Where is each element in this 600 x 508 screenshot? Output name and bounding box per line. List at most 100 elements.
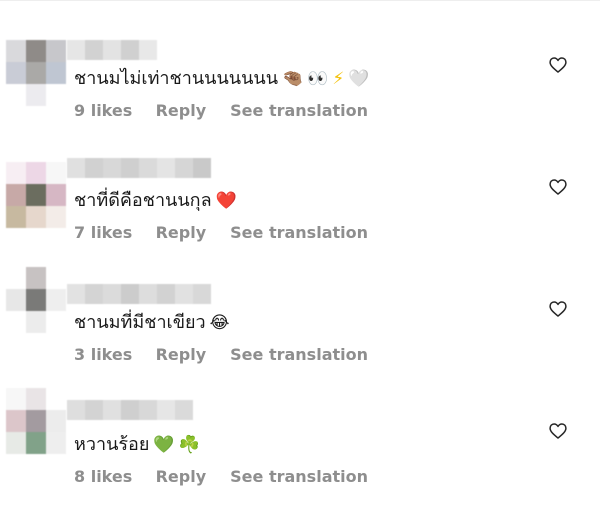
username-pixel [193, 284, 211, 304]
avatar-pixel [46, 410, 66, 432]
username-pixel [139, 158, 157, 178]
username[interactable] [67, 40, 157, 60]
avatar-pixel [46, 162, 66, 184]
username-pixel [67, 400, 85, 420]
avatar-pixel [6, 311, 26, 333]
username-pixel [175, 284, 193, 304]
see-translation-button[interactable]: See translation [230, 467, 368, 486]
username-pixel [157, 400, 175, 420]
username-pixel [157, 158, 175, 178]
avatar-pixel [46, 40, 66, 62]
username-pixel [103, 40, 121, 60]
avatar-pixel [6, 184, 26, 206]
avatar-pixel [26, 84, 46, 106]
avatar-pixel [6, 40, 26, 62]
username-pixel [103, 400, 121, 420]
avatar-pixel [46, 206, 66, 228]
heart-icon[interactable] [548, 55, 568, 75]
username-pixel [67, 284, 85, 304]
avatar-pixel [6, 62, 26, 84]
likes-count[interactable]: 9 likes [74, 101, 150, 120]
reply-button[interactable]: Reply [156, 467, 225, 486]
shamrock-emoji: ☘️ [178, 435, 200, 455]
username-pixel [85, 400, 103, 420]
avatar-pixel [26, 410, 46, 432]
username-pixel [121, 400, 139, 420]
avatar-pixel [26, 206, 46, 228]
comment-meta: 7 likes Reply See translation [74, 223, 368, 242]
avatar[interactable] [6, 388, 66, 454]
avatar[interactable] [6, 40, 66, 106]
tears-of-joy-emoji: 😂 [209, 313, 230, 333]
avatar-pixel [46, 289, 66, 311]
reply-button[interactable]: Reply [156, 345, 225, 364]
avatar-pixel [6, 410, 26, 432]
comment-body: ชาที่ดีคือชานนกุล [74, 190, 212, 211]
username-pixel [103, 158, 121, 178]
username-pixel [175, 400, 193, 420]
username-pixel [193, 158, 211, 178]
username-pixel [85, 158, 103, 178]
avatar-pixel [6, 162, 26, 184]
username-pixel [85, 284, 103, 304]
avatar-pixel [46, 62, 66, 84]
avatar-pixel [26, 40, 46, 62]
avatar[interactable] [6, 267, 66, 333]
avatar-pixel [6, 267, 26, 289]
avatar-pixel [26, 289, 46, 311]
avatar-pixel [46, 184, 66, 206]
comment-meta: 9 likes Reply See translation [74, 101, 368, 120]
avatar-pixel [46, 267, 66, 289]
username-pixel [139, 40, 157, 60]
username-pixel [85, 40, 103, 60]
heart-icon[interactable] [548, 421, 568, 441]
red-heart-emoji: ❤️ [215, 191, 237, 211]
username-pixel [121, 284, 139, 304]
avatar-pixel [6, 388, 26, 410]
heart-icon[interactable] [548, 177, 568, 197]
likes-count[interactable]: 7 likes [74, 223, 150, 242]
avatar-pixel [26, 162, 46, 184]
comment-body: ชานมไม่เท่าชานนนนนนน [74, 68, 278, 89]
username-pixel [139, 400, 157, 420]
comment-body: หวานร้อย [74, 434, 150, 455]
comment-body: ชานมที่มีชาเขียว [74, 312, 206, 333]
comment-text: ชาที่ดีคือชานนกุล ❤️ [74, 188, 237, 214]
likes-count[interactable]: 8 likes [74, 467, 150, 486]
avatar-pixel [26, 267, 46, 289]
avatar-pixel [6, 432, 26, 454]
avatar-pixel [26, 311, 46, 333]
avatar-pixel [46, 388, 66, 410]
avatar-pixel [6, 289, 26, 311]
username-pixel [175, 158, 193, 178]
eyes-emoji: 👀 [307, 69, 329, 89]
username-pixel [139, 284, 157, 304]
username[interactable] [67, 400, 193, 420]
pinching-hand-emoji: 🤏🏽 [282, 69, 304, 89]
username[interactable] [67, 158, 211, 178]
comment-meta: 8 likes Reply See translation [74, 467, 368, 486]
comment-item: ชานมไม่เท่าชานนนนนนน 🤏🏽 👀 ⚡ 🤍 9 likes Reply … [0, 0, 600, 120]
see-translation-button[interactable]: See translation [230, 223, 368, 242]
username-pixel [67, 40, 85, 60]
avatar-pixel [26, 388, 46, 410]
comment-text: ชานมที่มีชาเขียว 😂 [74, 310, 230, 336]
likes-count[interactable]: 3 likes [74, 345, 150, 364]
username[interactable] [67, 284, 211, 304]
avatar-pixel [26, 432, 46, 454]
white-heart-emoji: 🤍 [348, 69, 370, 89]
green-heart-emoji: 💚 [153, 435, 175, 455]
avatar-pixel [6, 84, 26, 106]
see-translation-button[interactable]: See translation [230, 101, 368, 120]
see-translation-button[interactable]: See translation [230, 345, 368, 364]
username-pixel [157, 284, 175, 304]
avatar-pixel [46, 84, 66, 106]
username-pixel [103, 284, 121, 304]
reply-button[interactable]: Reply [156, 223, 225, 242]
reply-button[interactable]: Reply [156, 101, 225, 120]
avatar-pixel [26, 184, 46, 206]
username-pixel [121, 158, 139, 178]
avatar[interactable] [6, 162, 66, 228]
comment-item: ชานมที่มีชาเขียว 😂 3 likes Reply See tran… [0, 244, 600, 364]
heart-icon[interactable] [548, 299, 568, 319]
